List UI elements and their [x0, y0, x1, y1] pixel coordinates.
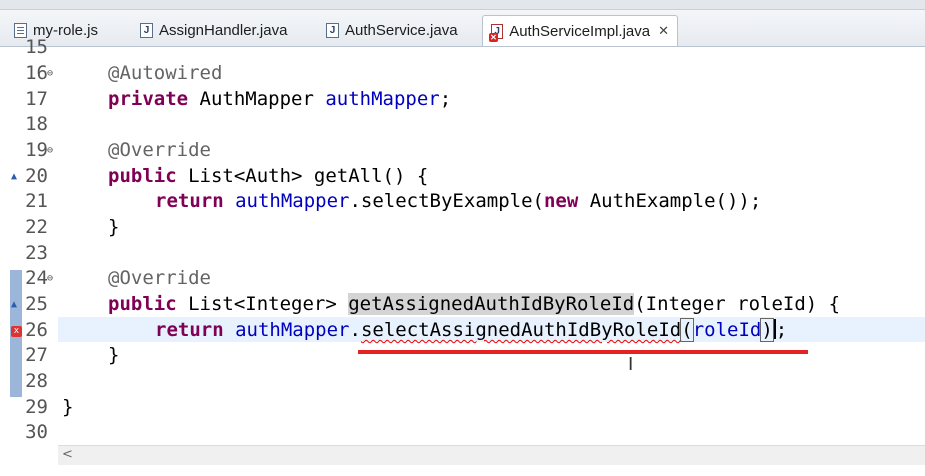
keyword: private — [108, 88, 189, 110]
tab-auth-service-impl[interactable]: J AuthServiceImpl.java ✕ — [482, 15, 678, 46]
keyword: return — [155, 190, 224, 212]
toolbar-strip — [0, 0, 925, 10]
ibeam-cursor-icon: I — [628, 354, 634, 375]
line-number: 22 — [25, 216, 48, 238]
method-call: .selectByExample( — [349, 190, 544, 212]
code-line: } — [108, 343, 119, 368]
error-icon[interactable]: x — [11, 326, 22, 337]
line-number: 17 — [25, 88, 48, 110]
code-line: @Override — [108, 266, 211, 291]
horizontal-scrollbar[interactable]: < — [58, 445, 925, 466]
field-name: authMapper — [325, 88, 440, 110]
code-line: private AuthMapper authMapper; — [108, 87, 451, 112]
bracket-match: ( — [680, 318, 694, 342]
brace: } — [108, 344, 120, 366]
keyword: return — [155, 319, 224, 341]
parameter-name: roleId — [692, 319, 762, 341]
line-number: 27 — [25, 344, 48, 366]
code-line: return authMapper.selectByExample(new Au… — [155, 189, 761, 214]
code-line: @Autowired — [108, 61, 222, 86]
line-number: 29 — [25, 396, 48, 418]
field-name: authMapper — [235, 190, 350, 212]
line-number: 23 — [25, 242, 48, 264]
code-editor[interactable]: 15 16 ⊖ 17 18 19 ⊖ 20 ▲ 21 22 23 24 ⊖ 25… — [0, 36, 925, 445]
tab-auth-service[interactable]: J AuthService.java — [318, 16, 466, 44]
fold-icon[interactable]: ⊖ — [47, 138, 53, 163]
close-icon[interactable]: ✕ — [658, 23, 669, 39]
parameter-list: (Integer roleId) { — [634, 293, 841, 315]
scroll-left-icon[interactable]: < — [62, 447, 73, 462]
line-number: 15 — [25, 36, 48, 58]
code-line: @Override — [108, 138, 211, 163]
status-strip — [0, 465, 925, 476]
java-file-icon: J — [140, 22, 153, 38]
keyword: new — [543, 190, 579, 212]
line-number: 24 — [25, 267, 48, 289]
annotation: @Override — [108, 267, 211, 289]
code-line: return authMapper.selectAssignedAuthIdBy… — [155, 318, 787, 343]
method-name-highlight: getAssignedAuthIdByRoleId — [348, 293, 635, 315]
tab-label: AuthService.java — [345, 21, 458, 39]
code-line: } — [108, 215, 119, 240]
annotation: @Autowired — [108, 62, 223, 84]
override-icon: ▲ — [11, 299, 18, 310]
type-name: AuthMapper — [188, 88, 326, 110]
expression: AuthExample()); — [578, 190, 762, 212]
line-number: 28 — [25, 370, 48, 392]
brace: } — [62, 396, 74, 418]
type-name: List<Integer> — [176, 293, 349, 315]
tab-label: AuthServiceImpl.java — [509, 22, 651, 40]
line-number: 30 — [25, 421, 48, 443]
line-number: 16 — [25, 62, 48, 84]
code-line: public List<Integer> getAssignedAuthIdBy… — [108, 292, 840, 317]
java-file-icon: J — [326, 22, 339, 38]
override-icon: ▲ — [11, 171, 18, 182]
field-name: authMapper — [235, 319, 350, 341]
red-underline-annotation — [358, 350, 808, 354]
code-line: public List<Auth> getAll() { — [108, 164, 428, 189]
tab-label: AssignHandler.java — [159, 21, 288, 39]
line-number: 19 — [25, 139, 48, 161]
line-number: 21 — [25, 190, 48, 212]
keyword: public — [108, 165, 177, 187]
brace: } — [108, 216, 120, 238]
line-number: 18 — [25, 113, 48, 135]
method-signature: List<Auth> getAll() { — [176, 165, 429, 187]
editor-tab-bar: my-role.js J AssignHandler.java J AuthSe… — [0, 10, 925, 47]
punct: . — [349, 319, 361, 341]
code-line: } — [62, 395, 73, 420]
tab-assign-handler[interactable]: J AssignHandler.java — [132, 16, 295, 44]
bracket-match: ) — [760, 318, 774, 342]
punct: ; — [439, 88, 452, 110]
annotation: @Override — [108, 139, 211, 161]
error-method-call[interactable]: selectAssignedAuthIdByRoleId — [361, 319, 681, 341]
fold-icon[interactable]: ⊖ — [47, 61, 53, 86]
punct: ; — [775, 319, 788, 341]
keyword: public — [108, 293, 177, 315]
java-error-file-icon: J — [488, 23, 504, 42]
fold-icon[interactable]: ⊖ — [47, 266, 53, 291]
